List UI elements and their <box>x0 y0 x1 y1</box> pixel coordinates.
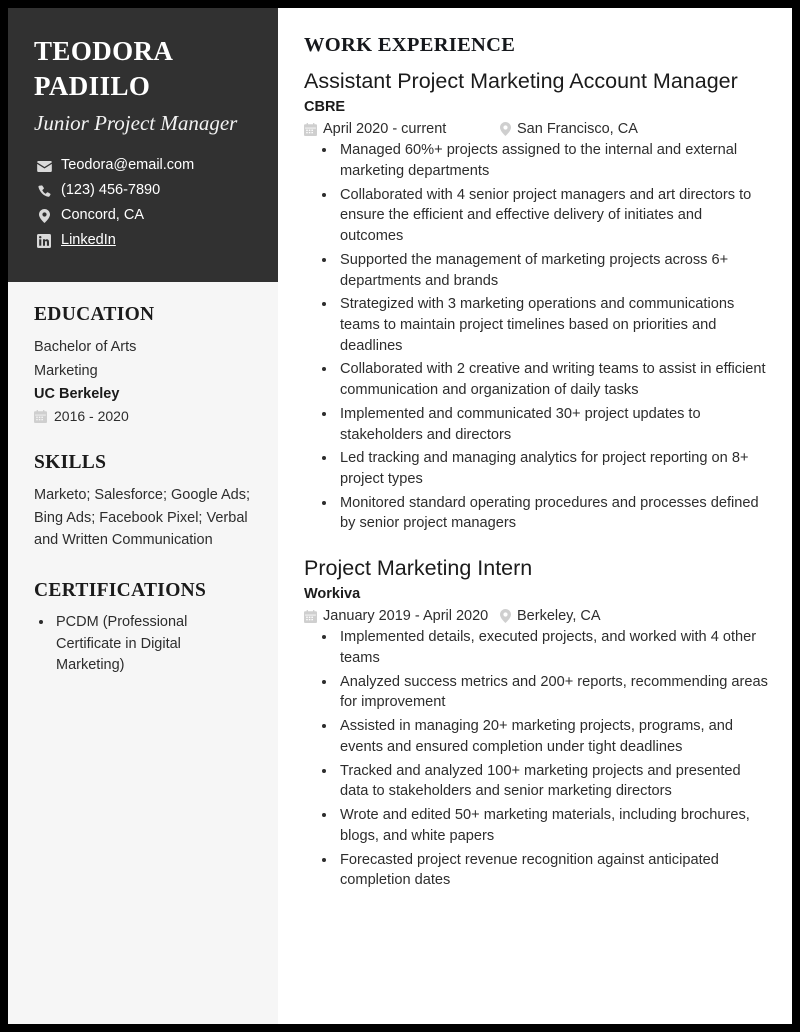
sidebar: TEODORA PADIILO Junior Project Manager T… <box>8 8 278 1024</box>
list-item: Collaborated with 2 creative and writing… <box>337 359 768 400</box>
main-column: WORK EXPERIENCE Assistant Project Market… <box>278 8 792 1024</box>
candidate-job-title: Junior Project Manager <box>34 111 238 136</box>
list-item: Strategized with 3 marketing operations … <box>337 294 768 356</box>
sidebar-sections: EDUCATION Bachelor of Arts Marketing UC … <box>8 282 278 1024</box>
job-dates-row: April 2020 - current <box>304 121 500 137</box>
job-location: San Francisco, CA <box>517 121 638 138</box>
education-dates-row: 2016 - 2020 <box>34 408 252 424</box>
contact-item-email: Teodora@email.com <box>34 157 252 174</box>
envelope-icon <box>34 159 54 174</box>
job-company: Workiva <box>304 585 361 602</box>
skills-section: SKILLS Marketo; Salesforce; Google Ads; … <box>34 452 252 551</box>
contact-list: Teodora@email.com (123) 456-7890 Concord… <box>34 157 252 249</box>
list-item: Tracked and analyzed 100+ marketing proj… <box>337 761 768 802</box>
map-pin-icon <box>500 609 511 624</box>
job-bullets: Managed 60%+ projects assigned to the in… <box>304 140 768 534</box>
job-location-row: San Francisco, CA <box>500 121 638 137</box>
map-pin-icon <box>34 209 54 224</box>
job-entry: Project Marketing Intern Workiva January… <box>304 556 768 891</box>
calendar-icon <box>304 609 317 623</box>
job-meta: January 2019 - April 2020 Berkeley, CA <box>304 608 768 624</box>
contact-text-location: Concord, CA <box>61 207 145 224</box>
education-degree: Bachelor of Arts <box>34 339 137 356</box>
education-dates: 2016 - 2020 <box>54 408 129 425</box>
job-location: Berkeley, CA <box>517 608 601 625</box>
education-field: Marketing <box>34 362 98 379</box>
calendar-icon <box>34 409 47 423</box>
job-company: CBRE <box>304 98 346 115</box>
candidate-name: TEODORA PADIILO <box>34 36 172 101</box>
profile-header: TEODORA PADIILO Junior Project Manager T… <box>8 8 278 283</box>
education-heading: EDUCATION <box>34 304 155 326</box>
list-item: Wrote and edited 50+ marketing materials… <box>337 805 768 846</box>
list-item: Supported the management of marketing pr… <box>337 250 768 291</box>
certifications-section: CERTIFICATIONS PCDM (Professional Certif… <box>34 580 252 677</box>
skills-heading: SKILLS <box>34 452 107 474</box>
job-bullets: Implemented details, executed projects, … <box>304 627 768 891</box>
education-section: EDUCATION Bachelor of Arts Marketing UC … <box>34 304 252 424</box>
list-item: Forecasted project revenue recognition a… <box>337 850 768 891</box>
list-item: Managed 60%+ projects assigned to the in… <box>337 140 768 181</box>
contact-text-phone: (123) 456-7890 <box>61 182 161 199</box>
job-dates: January 2019 - April 2020 <box>323 608 489 625</box>
list-item: Analyzed success metrics and 200+ report… <box>337 672 768 713</box>
map-pin-icon <box>500 122 511 137</box>
job-role: Assistant Project Marketing Account Mana… <box>304 69 738 93</box>
list-item: Implemented details, executed projects, … <box>337 627 768 668</box>
list-item: PCDM (Professional Certificate in Digita… <box>54 612 252 677</box>
contact-text-email: Teodora@email.com <box>61 157 195 174</box>
list-item: Monitored standard operating procedures … <box>337 493 768 534</box>
list-item: Led tracking and managing analytics for … <box>337 448 768 489</box>
phone-icon <box>34 184 54 199</box>
certifications-heading: CERTIFICATIONS <box>34 579 207 601</box>
list-item: Collaborated with 4 senior project manag… <box>337 185 768 247</box>
list-item: Implemented and communicated 30+ project… <box>337 404 768 445</box>
job-dates: April 2020 - current <box>323 121 447 138</box>
job-location-row: Berkeley, CA <box>500 608 601 624</box>
job-dates-row: January 2019 - April 2020 <box>304 608 500 624</box>
job-entry: Assistant Project Marketing Account Mana… <box>304 69 768 534</box>
education-school: UC Berkeley <box>34 386 120 402</box>
job-role: Project Marketing Intern <box>304 556 533 581</box>
skills-text: Marketo; Salesforce; Google Ads; Bing Ad… <box>34 487 250 549</box>
list-item: Assisted in managing 20+ marketing proje… <box>337 716 768 757</box>
work-experience-heading: WORK EXPERIENCE <box>304 34 516 56</box>
certifications-list: PCDM (Professional Certificate in Digita… <box>34 612 252 677</box>
contact-item-linkedin[interactable]: LinkedIn <box>34 232 252 249</box>
contact-item-phone: (123) 456-7890 <box>34 182 252 199</box>
resume-page: TEODORA PADIILO Junior Project Manager T… <box>8 8 792 1024</box>
calendar-icon <box>304 122 317 136</box>
job-meta: April 2020 - current San Francisco, CA <box>304 121 768 137</box>
contact-link-linkedin[interactable]: LinkedIn <box>61 232 116 249</box>
contact-item-location: Concord, CA <box>34 207 252 224</box>
linkedin-icon <box>34 234 54 249</box>
